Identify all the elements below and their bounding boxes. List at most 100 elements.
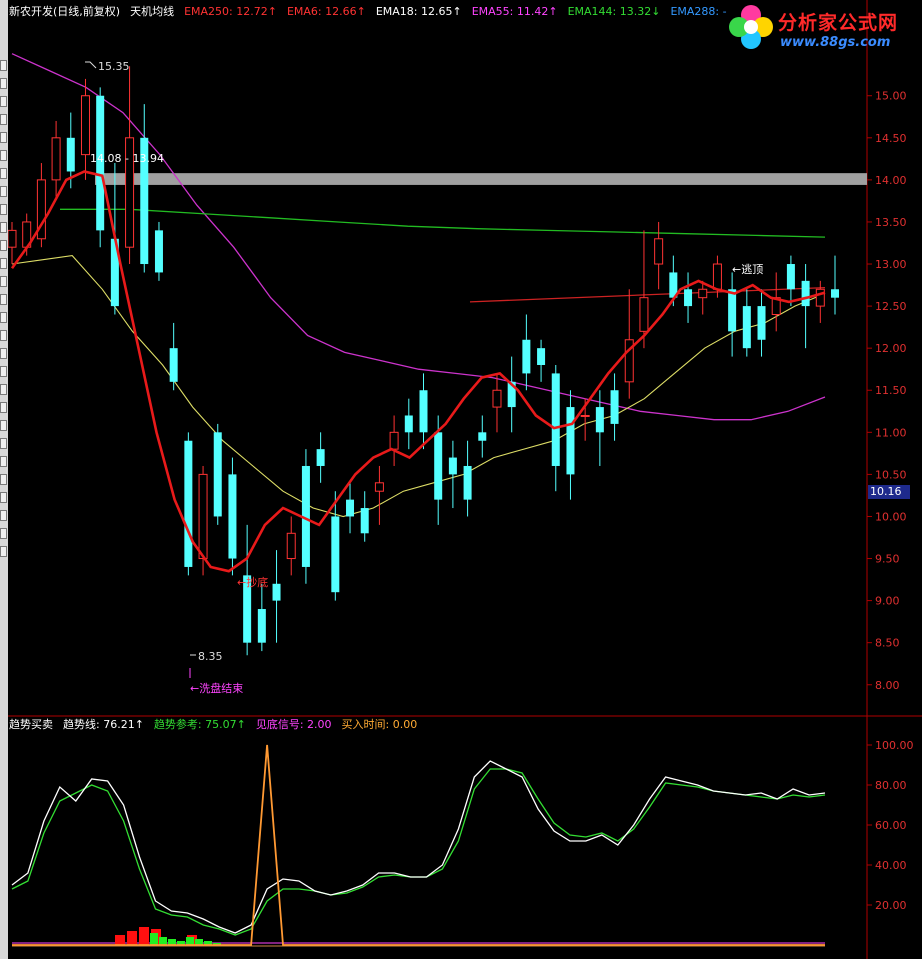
high-label: 15.35: [98, 60, 130, 73]
candle-body: [463, 465, 472, 500]
logo-title: 分析家公式网: [778, 12, 899, 34]
candle-body: [537, 348, 546, 365]
toolbar-button-icon[interactable]: [0, 348, 7, 359]
current-price-label: 10.16: [868, 485, 910, 499]
y-tick-label: 10.50: [875, 468, 907, 481]
y-tick-label: 8.00: [875, 679, 900, 692]
toolbar-button-icon[interactable]: [0, 474, 7, 485]
red-bar: [139, 927, 149, 945]
candle-body: [228, 474, 237, 559]
candle-body: [831, 289, 839, 298]
sub-legend-item: 买入时间: 0.00: [341, 718, 418, 731]
toolbar-button-icon[interactable]: [0, 294, 7, 305]
toolbar-button-icon[interactable]: [0, 132, 7, 143]
toolbar-button-icon[interactable]: [0, 420, 7, 431]
main-legend-item: 天机均线: [130, 5, 175, 18]
toolbar-button-icon[interactable]: [0, 204, 7, 215]
red-bar: [127, 931, 137, 945]
trend-line: [11, 760, 826, 934]
toolbar-button-icon[interactable]: [0, 186, 7, 197]
logo-url[interactable]: www.88gs.com: [780, 35, 890, 50]
toolbar-button-icon[interactable]: [0, 384, 7, 395]
main-legend-item: EMA250: 12.72↑: [184, 5, 277, 18]
logo: 分析家公式网 www.88gs.com: [726, 2, 920, 54]
candle-body: [374, 482, 384, 492]
candle-body: [419, 390, 428, 433]
toolbar-button-icon[interactable]: [0, 546, 7, 557]
candle-body: [786, 264, 795, 290]
candle-body: [712, 263, 722, 290]
main-legend-item: EMA6: 12.66↑: [286, 5, 366, 18]
toolbar-button-icon[interactable]: [0, 114, 7, 125]
toolbar-button-icon[interactable]: [0, 312, 7, 323]
candle-body: [316, 449, 325, 466]
candle-body: [66, 137, 75, 172]
candle-body: [698, 288, 708, 299]
main-legend-item: EMA144: 13.32↓: [567, 5, 661, 18]
candle-body: [757, 306, 766, 340]
candle-body: [198, 473, 208, 560]
chart-stage: 8.00 8.50 9.00 9.50 10.00 10.50 11.00 11.50 12.0…: [0, 0, 922, 959]
y-tick-label: 100.00: [875, 739, 914, 752]
toolbar-button-icon[interactable]: [0, 456, 7, 467]
toolbar-button-icon[interactable]: [0, 78, 7, 89]
y-tick-label: 60.00: [875, 819, 907, 832]
ema144-line: [60, 208, 826, 238]
candle-body: [184, 440, 193, 567]
toolbar-button-icon[interactable]: [0, 366, 7, 377]
main-legend-item: EMA288: -: [670, 5, 727, 18]
candle-body: [639, 297, 649, 332]
toolbar-button-icon[interactable]: [0, 96, 7, 107]
toolbar-button-icon[interactable]: [0, 222, 7, 233]
candle-body: [522, 339, 531, 374]
green-bar: [186, 937, 194, 945]
candle-body: [272, 583, 281, 601]
toolbar-button-icon[interactable]: [0, 276, 7, 287]
toolbar-button-icon[interactable]: [0, 240, 7, 251]
candle-body: [551, 373, 560, 466]
chart-canvas[interactable]: 8.00 8.50 9.00 9.50 10.00 10.50 11.00 11.50 12.0…: [0, 0, 922, 959]
buy-time-line: [12, 744, 825, 946]
left-toolbar: [0, 0, 8, 959]
toolbar-button-icon[interactable]: [0, 60, 7, 71]
toolbar-button-icon[interactable]: [0, 510, 7, 521]
sub-legend-item: 趋势参考: 75.07↑: [153, 718, 246, 731]
candle-body: [448, 457, 457, 475]
y-tick-label: 14.50: [875, 132, 907, 145]
toolbar-button-icon[interactable]: [0, 492, 7, 503]
toolbar-button-icon[interactable]: [0, 168, 7, 179]
toolbar-button-icon[interactable]: [0, 438, 7, 449]
candle-body: [580, 414, 590, 417]
toolbar-button-icon[interactable]: [0, 330, 7, 341]
candle-body: [213, 432, 222, 517]
y-tick-label: 10.00: [875, 510, 907, 523]
candle-body: [331, 516, 340, 593]
candle-body: [7, 229, 17, 248]
y-tick-label: 40.00: [875, 859, 907, 872]
candle-body: [80, 95, 90, 156]
low-label: 8.35: [198, 650, 223, 663]
toolbar-button-icon[interactable]: [0, 150, 7, 161]
red-bar: [115, 935, 125, 945]
candle-body: [169, 348, 178, 382]
high-marker: [85, 61, 97, 69]
bottom-fish-label: ←抄底: [237, 575, 268, 589]
resistance-zone: [95, 173, 867, 185]
toolbar-button-icon[interactable]: [0, 528, 7, 539]
candle-body: [346, 499, 355, 517]
green-bar: [159, 937, 167, 945]
y-tick-label: 80.00: [875, 779, 907, 792]
y-tick-label: 9.50: [875, 553, 900, 566]
y-tick-label: 12.00: [875, 342, 907, 355]
toolbar-button-icon[interactable]: [0, 258, 7, 269]
y-tick-label: 11.50: [875, 384, 907, 397]
candle-body: [566, 407, 575, 475]
sub-legend-item: 趋势线: 76.21↑: [63, 718, 144, 731]
candle-body: [595, 407, 604, 433]
y-tick-label: 14.00: [875, 174, 907, 187]
sub-legend: 趋势买卖 趋势线: 76.21↑ 趋势参考: 75.07↑ 见底信号: 2.00 买入时…: [9, 718, 427, 732]
main-legend-item: EMA18: 12.65↑: [375, 5, 462, 18]
toolbar-button-icon[interactable]: [0, 402, 7, 413]
candle-body: [154, 230, 163, 273]
trend-ref-line: [11, 768, 826, 936]
